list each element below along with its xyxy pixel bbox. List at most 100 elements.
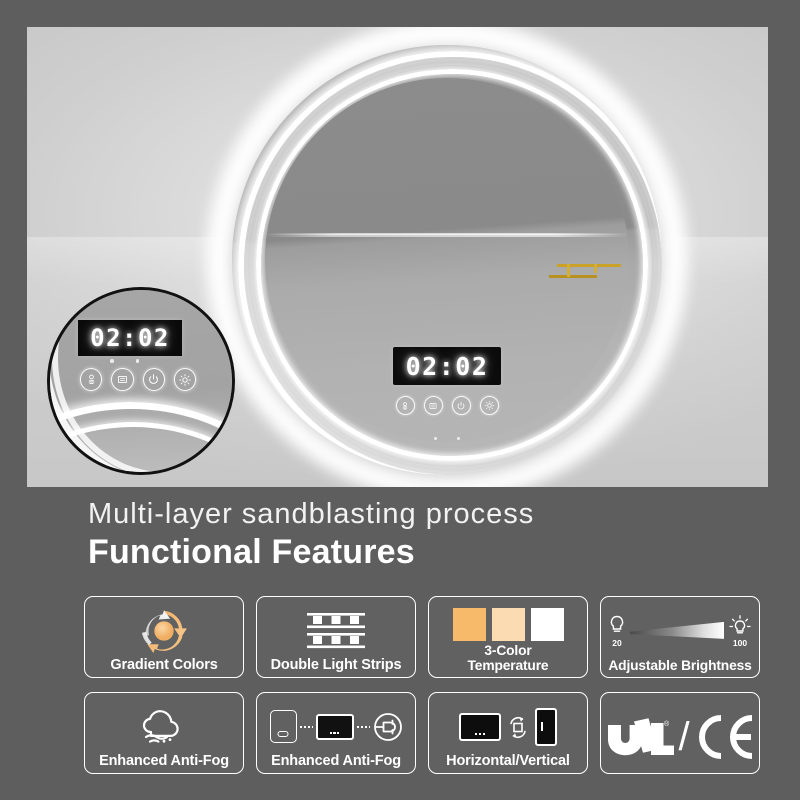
max-brightness-value: 100 bbox=[732, 637, 748, 648]
anti-fog-button[interactable] bbox=[80, 368, 103, 391]
mirror-unit-icon bbox=[315, 713, 354, 740]
feature-art bbox=[85, 700, 243, 754]
light-strip-icon bbox=[307, 612, 365, 649]
feature-card-gradient-colors[interactable]: Gradient Colors bbox=[84, 596, 244, 678]
magnifier-content: 02:02 bbox=[50, 290, 232, 472]
magnified-touch-button-row bbox=[80, 359, 196, 391]
feature-card-anti-fog[interactable]: Enhanced Anti-Fog bbox=[84, 692, 244, 774]
mirror-panel-dots bbox=[329, 731, 340, 734]
feature-art bbox=[257, 700, 415, 754]
power-icon bbox=[457, 401, 465, 409]
page-title: Functional Features bbox=[88, 533, 415, 572]
headings-block: Multi-layer sandblasting process Functio… bbox=[88, 498, 534, 573]
power-button[interactable] bbox=[142, 368, 165, 391]
defog-icon bbox=[402, 401, 408, 409]
round-led-mirror: 02:02 bbox=[206, 27, 688, 487]
feature-label: Double Light Strips bbox=[270, 656, 402, 673]
panel-dot bbox=[329, 731, 332, 734]
feature-label: Gradient Colors bbox=[110, 656, 218, 673]
color-swatches-icon bbox=[452, 607, 564, 641]
min-brightness-group: 20 bbox=[609, 615, 625, 648]
feature-art bbox=[85, 604, 243, 658]
feature-art bbox=[257, 604, 415, 658]
wire-dotted-line bbox=[299, 725, 313, 728]
mirror-panel-dots bbox=[475, 732, 485, 735]
clock-time-value: 02:02 bbox=[405, 351, 489, 381]
feature-label: Adjustable Brightness bbox=[608, 657, 752, 673]
magnified-indicator-dots bbox=[110, 359, 139, 363]
defog-icon bbox=[88, 374, 95, 384]
indicator-dot bbox=[434, 437, 437, 440]
feature-art bbox=[429, 604, 587, 644]
feature-card-double-light-strips[interactable]: Double Light Strips bbox=[256, 596, 416, 678]
sun-icon bbox=[484, 400, 494, 411]
feature-card-anti-fog-wiring[interactable]: Enhanced Anti-Fog bbox=[256, 692, 416, 774]
portrait-mirror-icon bbox=[535, 707, 557, 746]
panel-bar bbox=[541, 722, 543, 732]
power-icon bbox=[149, 374, 159, 384]
color-temperature-button[interactable] bbox=[423, 396, 443, 415]
indicator-dot bbox=[110, 359, 114, 363]
panel-dot bbox=[475, 732, 478, 735]
certification-separator: / bbox=[678, 714, 690, 759]
rotate-arrows-icon bbox=[510, 716, 526, 739]
panel-dot bbox=[337, 731, 340, 734]
wire-dotted-line bbox=[356, 725, 370, 728]
max-brightness-group: 100 bbox=[729, 614, 751, 648]
feature-label: Enhanced Anti-Fog bbox=[99, 752, 229, 769]
magnified-clock-display: 02:02 bbox=[78, 320, 182, 356]
feature-card-adjustable-brightness[interactable]: 20 100 Adjustable Brightness bbox=[600, 596, 760, 678]
feature-grid: Gradient Colors Double Light Strips 3-Co… bbox=[84, 596, 772, 774]
brightness-gradient-icon: 20 100 bbox=[601, 614, 759, 648]
swatch-warm bbox=[452, 607, 486, 641]
subtitle-text: Multi-layer sandblasting process bbox=[88, 498, 535, 530]
color-temperature-button[interactable] bbox=[111, 368, 134, 391]
bulb-bright-icon bbox=[729, 614, 751, 634]
rotate-orientation-icon bbox=[459, 707, 557, 746]
brightness-button[interactable] bbox=[479, 396, 499, 415]
panel-dot bbox=[478, 732, 482, 735]
panel-dot bbox=[482, 732, 485, 735]
mirror-clock-display: 02:02 bbox=[393, 347, 501, 385]
feature-art bbox=[429, 700, 587, 754]
mirror-touch-button-row bbox=[386, 396, 508, 415]
landscape-mirror-icon bbox=[459, 712, 501, 741]
feature-card-certifications[interactable]: ® / bbox=[600, 692, 760, 774]
svg-text:®: ® bbox=[664, 720, 670, 728]
panel-dot bbox=[333, 731, 336, 734]
ul-mark-icon: ® bbox=[608, 717, 675, 755]
feature-label: Horizontal/Vertical bbox=[446, 752, 570, 769]
wall-switch-icon bbox=[269, 710, 297, 744]
color-cycle-arrows-icon bbox=[142, 610, 187, 653]
feature-art: 20 100 bbox=[601, 604, 759, 659]
magnified-clock-time-value: 02:02 bbox=[90, 324, 170, 352]
feature-card-color-temperature[interactable]: 3-Color Temperature bbox=[428, 596, 588, 678]
indicator-dot bbox=[135, 359, 139, 363]
panel-indicator-dots bbox=[434, 437, 460, 440]
power-button[interactable] bbox=[451, 396, 471, 415]
control-panel-magnifier: 02:02 bbox=[47, 287, 235, 475]
power-plug-icon bbox=[373, 713, 402, 741]
swatch-neutral bbox=[491, 607, 525, 641]
min-brightness-value: 20 bbox=[612, 637, 622, 648]
feature-label: 3-Color Temperature bbox=[467, 643, 549, 673]
anti-fog-button[interactable] bbox=[395, 396, 415, 415]
feature-card-orientation[interactable]: Horizontal/Vertical bbox=[428, 692, 588, 774]
product-feature-page: 02:02 02:02 Multi-layer sandblasting pro… bbox=[0, 0, 800, 800]
mirror-control-panel: 02:02 bbox=[386, 347, 508, 440]
hero-product-photo: 02:02 02:02 bbox=[27, 27, 768, 487]
sun-icon bbox=[179, 373, 191, 386]
gold-bar-svg bbox=[549, 264, 621, 278]
swatch-cool bbox=[530, 607, 564, 641]
gold-shelf-reflection bbox=[549, 254, 623, 288]
ce-mark-icon bbox=[698, 714, 752, 759]
switch-mirror-plug-icon bbox=[269, 710, 403, 744]
brightness-wedge bbox=[630, 621, 724, 639]
bulb-dim-icon bbox=[610, 615, 624, 632]
feature-label: Enhanced Anti-Fog bbox=[271, 752, 401, 769]
fog-cloud-icon bbox=[142, 710, 179, 743]
light-panel-icon bbox=[429, 402, 437, 409]
magnified-control-panel: 02:02 bbox=[78, 320, 196, 391]
brightness-button[interactable] bbox=[173, 368, 196, 391]
ul-ce-certification-icon: ® / bbox=[601, 700, 759, 773]
